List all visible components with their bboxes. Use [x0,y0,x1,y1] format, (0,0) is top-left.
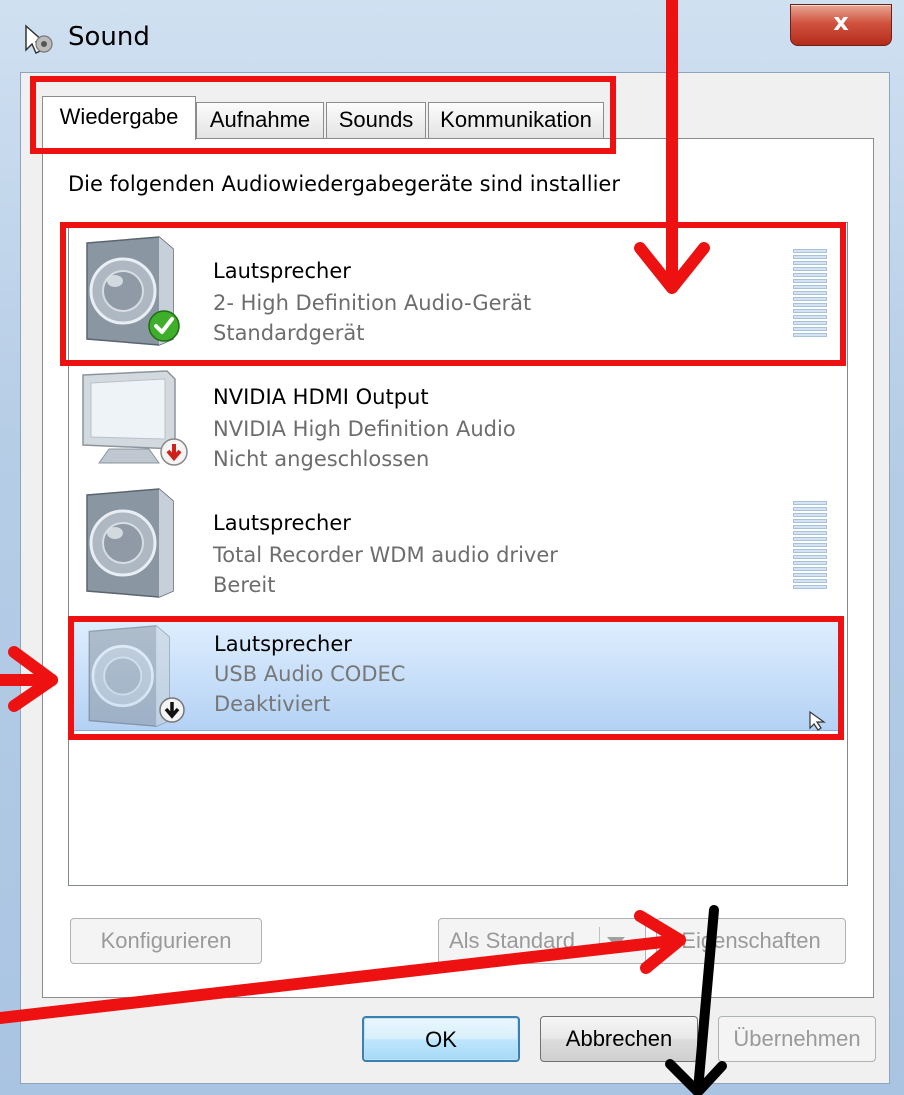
close-button[interactable]: x [790,4,892,46]
dialog-window: Sound x Wiedergabe Aufnahme Sounds Kommu… [0,0,904,1095]
tab-aufnahme[interactable]: Aufnahme [196,102,324,138]
cancel-button[interactable]: Abbrechen [540,1016,698,1062]
device-list[interactable]: Lautsprecher 2- High Definition Audio-Ge… [68,222,848,886]
set-default-label: Als Standard [449,928,575,953]
title-bar[interactable]: Sound x [0,0,904,72]
set-default-split-button[interactable]: Als Standard [438,918,646,964]
device-driver: Total Recorder WDM audio driver [213,543,558,567]
window-title: Sound [68,22,150,52]
dropdown-arrow-icon[interactable] [607,937,625,947]
speaker-icon [86,488,174,598]
close-icon: x [833,8,849,36]
tab-wiedergabe[interactable]: Wiedergabe [42,96,196,140]
level-meter [793,249,827,341]
device-status: Standardgerät [213,321,365,345]
device-item-usb-audio-codec[interactable]: Lautsprecher USB Audio CODEC Deaktiviert [73,619,843,731]
black-down-arrow-icon [159,697,185,723]
device-status: Nicht angeschlossen [213,447,430,471]
device-name: Lautsprecher [213,259,351,283]
device-item-nvidia-hdmi[interactable]: NVIDIA HDMI Output NVIDIA High Definitio… [73,355,843,477]
red-down-arrow-icon [160,438,188,466]
tab-kommunikation[interactable]: Kommunikation [428,102,604,138]
device-name: NVIDIA HDMI Output [213,385,429,409]
instruction-text: Die folgenden Audiowiedergabegeräte sind… [68,172,620,196]
configure-button[interactable]: Konfigurieren [70,918,262,964]
split-separator [599,927,600,955]
device-driver: 2- High Definition Audio-Gerät [213,291,532,315]
device-item-total-recorder[interactable]: Lautsprecher Total Recorder WDM audio dr… [73,481,843,603]
device-driver: USB Audio CODEC [214,662,406,686]
device-status: Deaktiviert [214,692,331,716]
tab-sounds[interactable]: Sounds [326,102,426,138]
device-status: Bereit [213,573,276,597]
device-item-speakers-default[interactable]: Lautsprecher 2- High Definition Audio-Ge… [73,229,843,351]
mouse-cursor-icon [809,710,826,731]
sound-app-icon [25,24,53,55]
green-check-icon [148,310,180,342]
apply-button[interactable]: Übernehmen [718,1016,876,1062]
ok-button[interactable]: OK [362,1016,520,1062]
properties-button[interactable]: Eigenschaften [656,918,846,964]
level-meter [793,501,827,593]
device-name: Lautsprecher [213,511,351,535]
device-driver: NVIDIA High Definition Audio [213,417,516,441]
device-name: Lautsprecher [214,632,352,656]
